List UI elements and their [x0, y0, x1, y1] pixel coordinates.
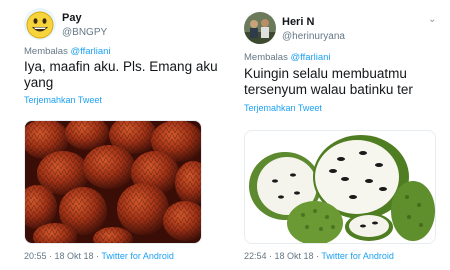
tweet-card-pay[interactable]: Pay @BNGPY Membalas @ffarliani Iya, maaf… — [0, 0, 218, 270]
tweet-text-line: yang — [24, 75, 54, 90]
tweet-text-line: Kuingin selalu membuatmu — [244, 66, 407, 81]
chevron-down-icon[interactable]: ⌄ — [428, 14, 436, 25]
tweet-text-line: Iya, maafin aku. Pls. Emang aku — [24, 59, 218, 74]
translate-tweet-link[interactable]: Terjemahkan Tweet — [244, 103, 322, 113]
avatar[interactable] — [244, 12, 276, 44]
reply-prefix: Membalas — [24, 46, 71, 57]
group-photo-icon — [244, 12, 276, 44]
tweet-source-link[interactable]: Twitter for Android — [321, 251, 394, 261]
username-handle[interactable]: @BNGPY — [62, 27, 107, 38]
soursop-fruit-photo — [245, 131, 435, 243]
salak-fruit-photo — [25, 121, 201, 243]
tweet-media-image[interactable] — [24, 120, 202, 244]
tweet-card-heri[interactable]: Heri N @herinuryana ⌄ Membalas @ffarlian… — [228, 0, 450, 270]
tweet-media-image[interactable] — [244, 130, 436, 244]
reply-context: Membalas @ffarliani — [244, 52, 331, 63]
username-handle[interactable]: @herinuryana — [282, 31, 345, 42]
display-name[interactable]: Heri N — [282, 16, 314, 28]
tweet-text: Iya, maafin aku. Pls. Emang aku yang — [24, 59, 218, 91]
tweet-text: Kuingin selalu membuatmu tersenyum walau… — [244, 66, 413, 98]
tweet-source-link[interactable]: Twitter for Android — [101, 251, 174, 261]
avatar[interactable] — [24, 8, 56, 40]
translate-tweet-link[interactable]: Terjemahkan Tweet — [24, 95, 102, 105]
reply-mention-link[interactable]: @ffarliani — [290, 52, 330, 63]
reply-mention-link[interactable]: @ffarliani — [70, 46, 110, 57]
grinning-emoji-icon — [24, 8, 56, 40]
tweet-text-line: tersenyum walau batinku ter — [244, 82, 413, 97]
tweet-meta: 22:54 · 18 Okt 18 · Twitter for Android — [244, 251, 394, 261]
tweet-timestamp[interactable]: 20:55 · 18 Okt 18 · — [24, 251, 101, 261]
reply-prefix: Membalas — [244, 52, 291, 63]
display-name[interactable]: Pay — [62, 12, 82, 24]
reply-context: Membalas @ffarliani — [24, 46, 111, 57]
tweet-meta: 20:55 · 18 Okt 18 · Twitter for Android — [24, 251, 174, 261]
tweet-timestamp[interactable]: 22:54 · 18 Okt 18 · — [244, 251, 321, 261]
